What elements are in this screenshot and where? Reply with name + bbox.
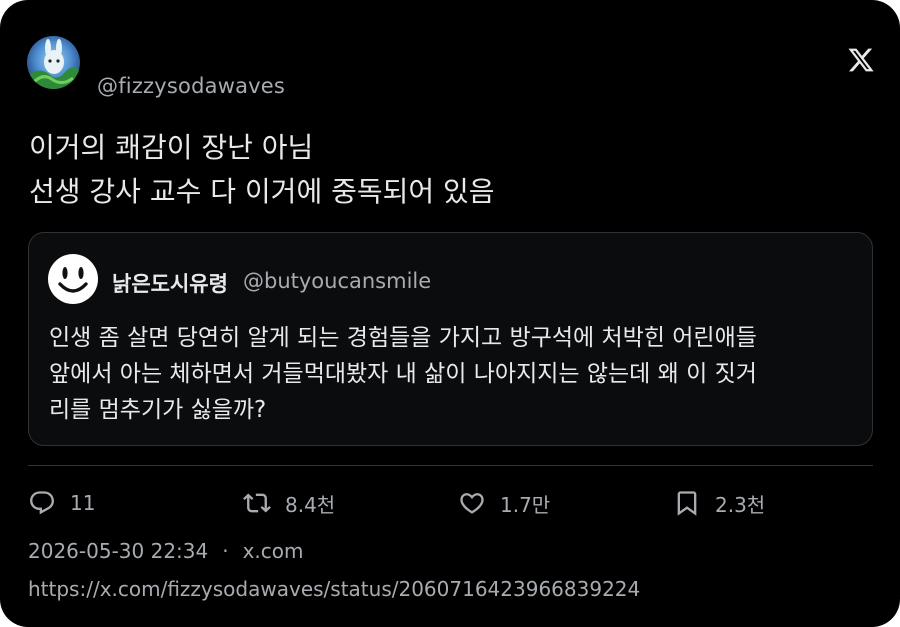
- tweet-line: 선생 강사 교수 다 이거에 중독되어 있음: [29, 175, 495, 208]
- tweet-line: 이거의 쾌감이 장난 아님: [29, 131, 314, 164]
- reply-icon: [28, 489, 56, 517]
- separator: ·: [222, 539, 229, 563]
- reply-count: 11: [70, 491, 96, 515]
- quoted-tweet[interactable]: 낡은도시유령 @butyoucansmile 인생 좀 살면 당연히 알게 되는…: [28, 232, 873, 446]
- retweet-icon: [243, 489, 271, 517]
- quoted-author-handle[interactable]: @butyoucansmile: [243, 269, 431, 293]
- quoted-author-avatar[interactable]: [48, 254, 98, 304]
- reply-button[interactable]: 11: [28, 488, 95, 518]
- bookmark-count: 2.3천: [715, 492, 766, 517]
- quoted-line: 앞에서 아는 체하면서 거들먹대봤자 내 삶이 나아지지는 않는데 왜 이 짓거: [49, 361, 757, 387]
- x-logo-icon[interactable]: [847, 46, 875, 74]
- timestamp[interactable]: 2026-05-30 22:34: [28, 539, 208, 563]
- retweet-count: 8.4천: [285, 492, 336, 517]
- tweet-card: @fizzysodawaves 이거의 쾌감이 장난 아님 선생 강사 교수 다…: [0, 0, 900, 627]
- author-avatar[interactable]: [27, 36, 80, 89]
- tweet-url[interactable]: https://x.com/fizzysodawaves/status/2060…: [28, 577, 640, 601]
- bookmark-icon: [673, 489, 701, 517]
- quoted-line: 리를 멈추기가 싫을까?: [49, 397, 267, 423]
- heart-icon: [458, 489, 486, 517]
- like-count: 1.7만: [500, 492, 551, 517]
- tweet-text: 이거의 쾌감이 장난 아님 선생 강사 교수 다 이거에 중독되어 있음: [29, 126, 869, 214]
- quoted-line: 인생 좀 살면 당연히 알게 되는 경험들을 가지고 방구석에 처박힌 어린애들: [49, 325, 757, 351]
- bookmark-button[interactable]: 2.3천: [673, 488, 765, 518]
- retweet-button[interactable]: 8.4천: [243, 488, 335, 518]
- quoted-author-name[interactable]: 낡은도시유령: [112, 268, 228, 298]
- divider: [28, 465, 873, 466]
- author-handle[interactable]: @fizzysodawaves: [97, 74, 285, 98]
- like-button[interactable]: 1.7만: [458, 488, 550, 518]
- source-link[interactable]: x.com: [243, 539, 304, 563]
- quoted-text: 인생 좀 살면 당연히 알게 되는 경험들을 가지고 방구석에 처박힌 어린애들…: [49, 320, 859, 428]
- tweet-meta: 2026-05-30 22:34 · x.com: [28, 539, 304, 563]
